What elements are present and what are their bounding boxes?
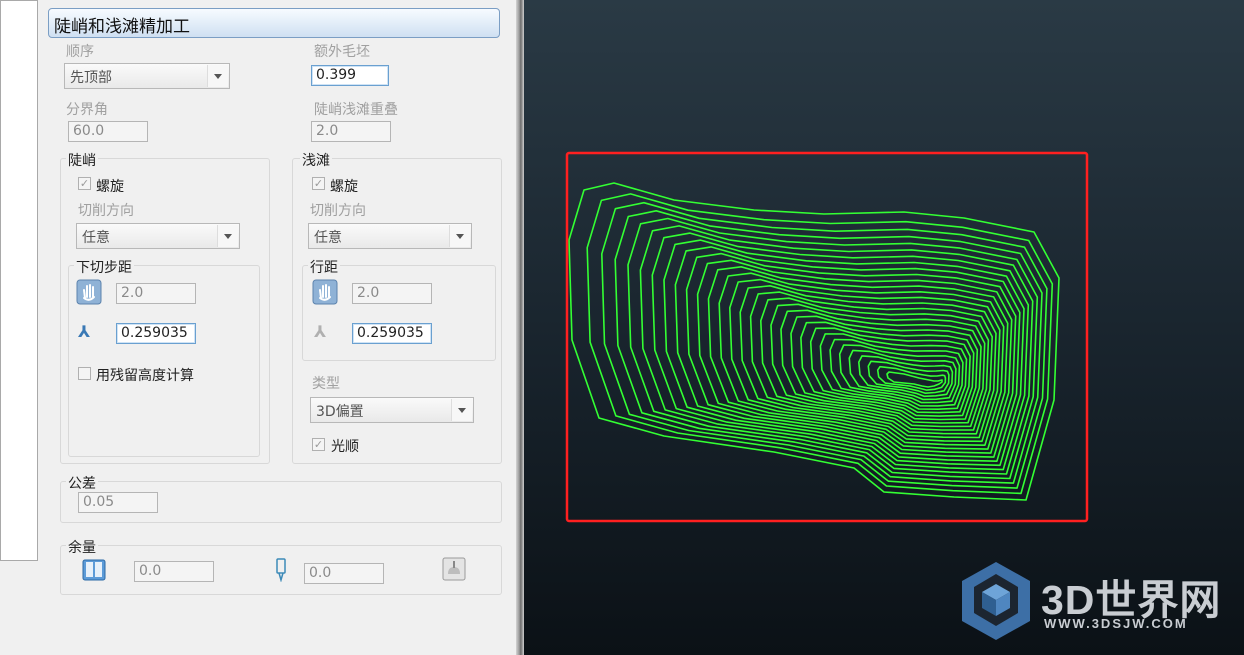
chevron-down-icon[interactable] xyxy=(207,65,228,87)
panel-title: 陡峭和浅滩精加工 xyxy=(48,8,500,38)
order-dropdown[interactable]: 先顶部 xyxy=(64,63,230,89)
type-label: 类型 xyxy=(312,376,340,392)
book-icon[interactable] xyxy=(82,558,106,582)
smooth-checkbox[interactable]: ✓ xyxy=(312,438,325,451)
overlap-input[interactable]: 2.0 xyxy=(311,121,391,142)
steep-cut-dir-value: 任意 xyxy=(82,230,110,246)
steep-label: 陡峭 xyxy=(66,150,98,170)
boundary-angle-input[interactable]: 60.0 xyxy=(68,121,148,142)
order-value: 先顶部 xyxy=(70,70,112,86)
stepover-input[interactable]: 2.0 xyxy=(352,283,432,304)
boundary-angle-label: 分界角 xyxy=(66,102,108,118)
shallow-cut-dir-label: 切削方向 xyxy=(310,203,366,219)
tolerance-input[interactable]: 0.05 xyxy=(78,492,158,513)
stepover-height-input[interactable]: 0.259035 xyxy=(352,323,432,344)
extra-stock-input[interactable]: 0.399 xyxy=(311,65,389,86)
allowance-input-1[interactable]: 0.0 xyxy=(134,561,214,582)
scallop-icon[interactable]: ⅄ xyxy=(78,322,90,341)
shallow-spiral-checkbox[interactable]: ✓ xyxy=(312,177,325,190)
allowance-label: 余量 xyxy=(66,537,98,557)
panel-splitter[interactable] xyxy=(516,0,524,655)
tool-icon[interactable] xyxy=(274,558,288,583)
toolpath-contour xyxy=(707,266,1009,450)
chevron-down-icon[interactable] xyxy=(449,225,470,247)
residual-label: 用残留高度计算 xyxy=(96,368,194,384)
steep-spiral-checkbox[interactable]: ✓ xyxy=(78,177,91,190)
graphics-viewport[interactable]: 3D世界网 WWW.3DSJW.COM xyxy=(524,0,1244,655)
steep-cut-dir-label: 切削方向 xyxy=(78,203,134,219)
steep-cut-dir-dropdown[interactable]: 任意 xyxy=(76,223,240,249)
shallow-spiral-label: 螺旋 xyxy=(330,179,358,195)
toolpath-drawing xyxy=(565,151,1089,523)
toolpath-contour xyxy=(729,278,1001,443)
shallow-label: 浅滩 xyxy=(300,150,332,170)
overlap-label: 陡峭浅滩重叠 xyxy=(314,102,398,118)
shallow-cut-dir-dropdown[interactable]: 任意 xyxy=(308,223,472,249)
smooth-label: 光顺 xyxy=(331,439,359,455)
type-value: 3D偏置 xyxy=(316,404,364,420)
shallow-cut-dir-value: 任意 xyxy=(314,230,342,246)
hand-icon[interactable] xyxy=(312,279,338,305)
residual-checkbox[interactable] xyxy=(78,367,91,380)
hand-icon[interactable] xyxy=(76,279,102,305)
type-dropdown[interactable]: 3D偏置 xyxy=(310,397,474,423)
stepover-label: 行距 xyxy=(308,257,340,277)
scallop-icon[interactable]: ⅄ xyxy=(314,322,326,341)
left-tree-pane[interactable] xyxy=(0,0,38,561)
component-icon[interactable] xyxy=(442,557,466,581)
chevron-down-icon[interactable] xyxy=(217,225,238,247)
chevron-down-icon[interactable] xyxy=(451,399,472,421)
extra-stock-label: 额外毛坯 xyxy=(314,44,370,60)
steep-spiral-label: 螺旋 xyxy=(96,179,124,195)
watermark-url: WWW.3DSJW.COM xyxy=(1044,616,1188,631)
stepdown-label: 下切步距 xyxy=(74,257,134,277)
order-label: 顺序 xyxy=(66,44,94,60)
tolerance-label: 公差 xyxy=(66,473,98,493)
watermark-logo-icon xyxy=(960,560,1032,642)
stepdown-input[interactable]: 2.0 xyxy=(116,283,196,304)
stepdown-height-input[interactable]: 0.259035 xyxy=(116,323,196,344)
allowance-input-2[interactable]: 0.0 xyxy=(304,563,384,584)
